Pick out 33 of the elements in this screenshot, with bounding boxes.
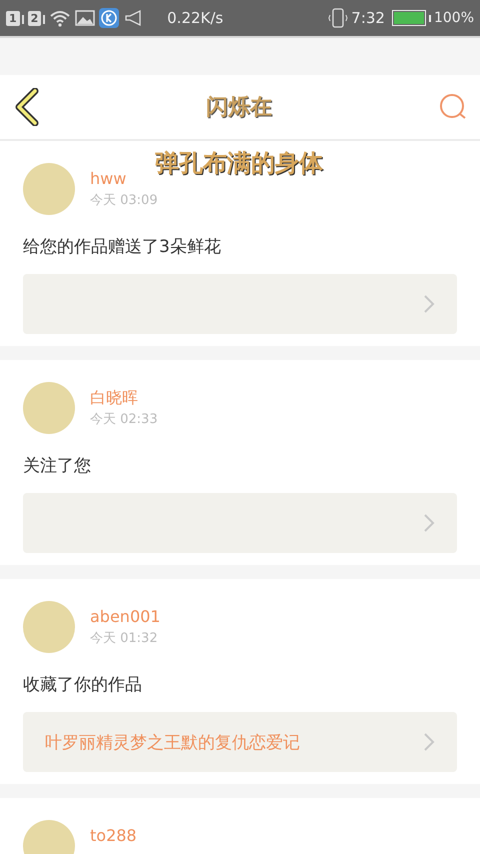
clock-time: 7:32 (351, 9, 385, 27)
post-time: 今天 01:32 (90, 630, 159, 647)
app-icon (99, 8, 120, 28)
chevron-right-icon (423, 732, 435, 752)
battery-percent: 100% (434, 10, 474, 26)
avatar-placeholder (23, 601, 75, 653)
vibrate-icon (328, 7, 348, 29)
post-time: 今天 02:33 (90, 411, 158, 428)
page-subtitle: 弹孔布满的身体 (155, 148, 323, 179)
speaker-icon (123, 9, 144, 27)
user-name[interactable]: to288 (90, 827, 137, 845)
user-name[interactable]: 白晓晖 (90, 389, 158, 407)
notification-message: 收藏了你的作品 (23, 674, 143, 696)
chevron-right-icon (423, 294, 435, 314)
notification-message: 关注了您 (23, 455, 92, 477)
work-title: 叶罗丽精灵梦之王默的复仇恋爱记 (45, 732, 301, 754)
back-button[interactable] (14, 88, 40, 126)
work-link[interactable]: 叶罗丽精灵梦之王默的复仇恋爱记 (23, 712, 457, 772)
network-speed: 0.22K/s (167, 9, 224, 27)
chevron-right-icon (423, 513, 435, 533)
notification-message: 给您的作品赠送了3朵鲜花 (23, 236, 222, 258)
wifi-icon (49, 9, 72, 27)
page-title: 闪烁在 (206, 94, 272, 122)
avatar-placeholder (23, 382, 75, 434)
avatar-placeholder (23, 163, 75, 215)
battery-icon (392, 10, 426, 26)
post-time: 今天 03:09 (90, 192, 158, 209)
image-icon (75, 9, 96, 27)
user-name[interactable]: aben001 (90, 608, 160, 626)
sim-card-icon: 2 (28, 10, 42, 26)
user-name[interactable]: hww (90, 170, 158, 188)
sim-card-icon: 1 (6, 10, 20, 26)
chevron-left-icon (14, 88, 40, 126)
